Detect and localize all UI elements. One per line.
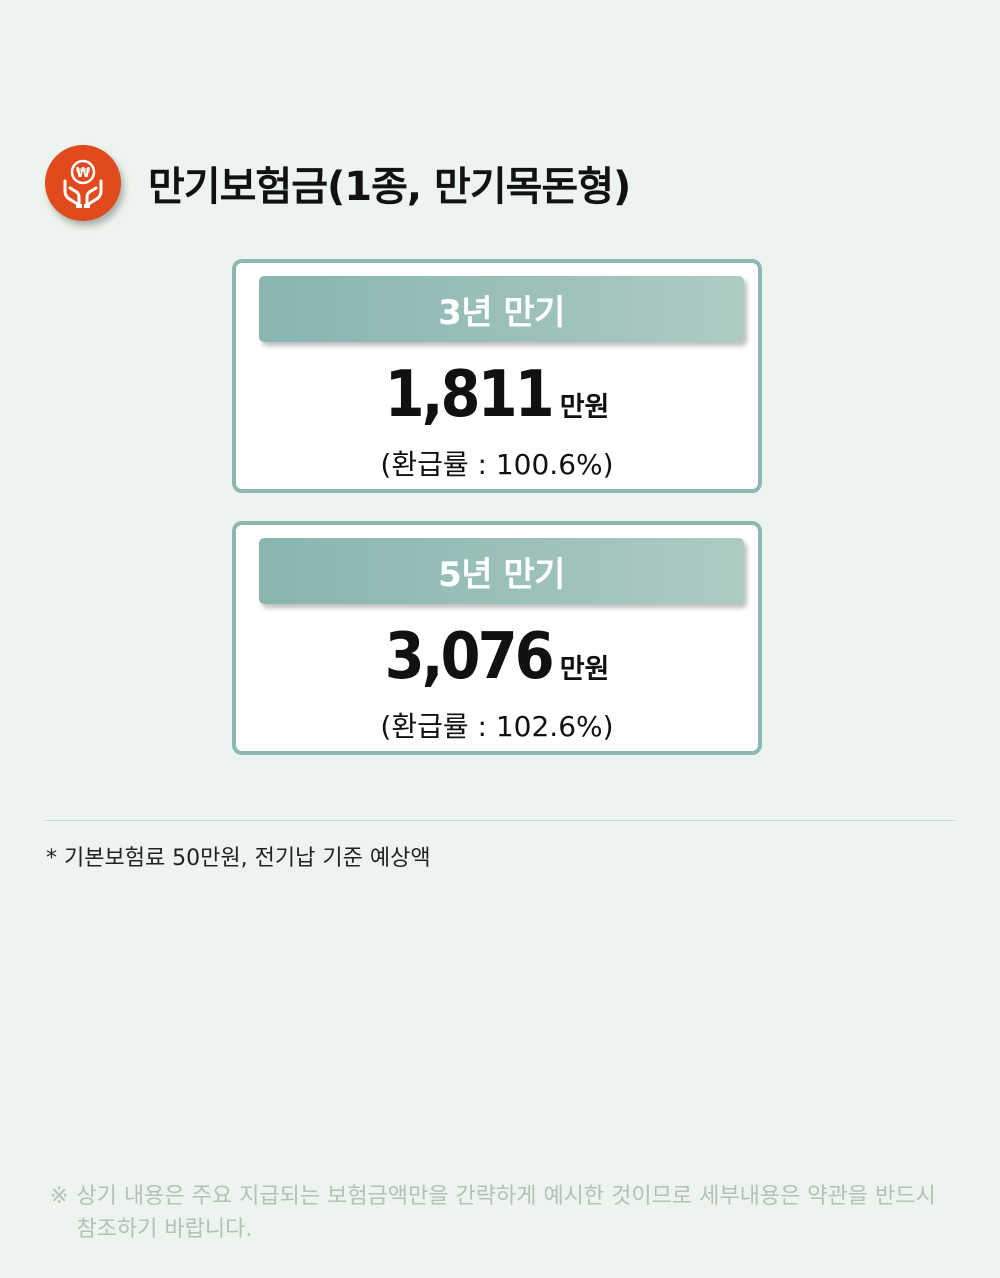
- amount-row: 1,811 만원: [236, 363, 758, 427]
- disclaimer-text: 상기 내용은 주요 지급되는 보험금액만을 간략하게 예시한 것이므로 세부내용…: [76, 1184, 936, 1242]
- amount-unit: 만원: [559, 654, 610, 685]
- won-hands-icon-graphic: ₩: [63, 159, 103, 208]
- disclaimer: ※ 상기 내용은 주요 지급되는 보험금액만을 간략하게 예시한 것이므로 세부…: [50, 1180, 960, 1246]
- maturity-card-5yr: 5년 만기 3,076 만원 (환급률 : 102.6%): [232, 521, 762, 755]
- section-header: ₩ 만기보험금(1종, 만기목돈형): [45, 145, 631, 221]
- won-hands-icon: ₩: [45, 145, 121, 221]
- amount-row: 3,076 만원: [236, 625, 758, 689]
- amount-value: 1,811: [384, 358, 555, 432]
- divider: [44, 820, 956, 821]
- card-label: 5년 만기: [259, 538, 744, 604]
- footnote: * 기본보험료 50만원, 전기납 기준 예상액: [46, 846, 431, 871]
- amount-value: 3,076: [384, 620, 555, 694]
- page-title: 만기보험금(1종, 만기목돈형): [148, 164, 631, 210]
- refund-rate: (환급률 : 100.6%): [380, 448, 614, 481]
- amount-unit: 만원: [559, 392, 610, 423]
- refund-rate: (환급률 : 102.6%): [380, 710, 614, 743]
- card-label: 3년 만기: [259, 276, 744, 342]
- maturity-card-3yr: 3년 만기 1,811 만원 (환급률 : 100.6%): [232, 259, 762, 493]
- won-symbol: ₩: [76, 166, 91, 181]
- reference-mark: ※: [50, 1184, 69, 1209]
